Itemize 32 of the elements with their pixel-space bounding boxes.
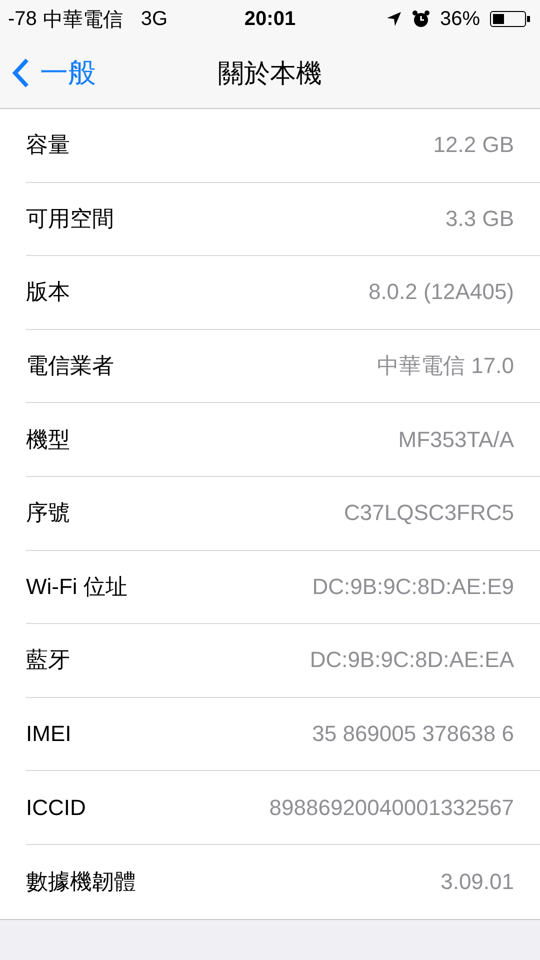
row-value: C37LQSC3FRC5 [344, 500, 514, 526]
carrier-name: 中華電信 [42, 8, 123, 32]
row-label: 藍牙 [26, 646, 70, 674]
row-label: 機型 [26, 426, 70, 454]
network-type: 3G [140, 8, 168, 30]
page-title: 關於本機 [218, 56, 322, 90]
row-label: IMEI [26, 721, 72, 748]
location-arrow-icon [386, 11, 402, 27]
signal-strength: -78 [8, 8, 37, 30]
back-button[interactable]: 一般 [0, 54, 96, 92]
row-value: MF353TA/A [398, 426, 514, 453]
row-label: Wi-Fi 位址 [26, 572, 128, 601]
row-value: 中華電信 17.0 [377, 352, 514, 380]
row-label: 可用空間 [26, 204, 114, 233]
row-value: 89886920040001332567 [269, 794, 514, 821]
battery-percentage: 36% [440, 8, 480, 30]
row-value: 35 869005 378638 6 [312, 721, 514, 748]
row-value: 8.0.2 (12A405) [368, 279, 514, 306]
row-value: 12.2 GB [433, 132, 514, 158]
row-label: 數據機韌體 [26, 868, 136, 896]
row-label: 容量 [26, 131, 70, 160]
row-label: 序號 [26, 499, 70, 528]
chevron-left-icon [12, 58, 30, 88]
row-value: DC:9B:9C:8D:AE:EA [310, 647, 514, 674]
row-label: 電信業者 [26, 352, 114, 380]
status-time: 20:01 [244, 8, 296, 30]
row-label: 版本 [26, 278, 70, 306]
alarm-clock-icon [412, 10, 430, 28]
row-label: ICCID [26, 794, 86, 821]
row-value: DC:9B:9C:8D:AE:E9 [312, 574, 514, 600]
row-value: 3.3 GB [446, 206, 514, 232]
row-value: 3.09.01 [440, 868, 514, 895]
